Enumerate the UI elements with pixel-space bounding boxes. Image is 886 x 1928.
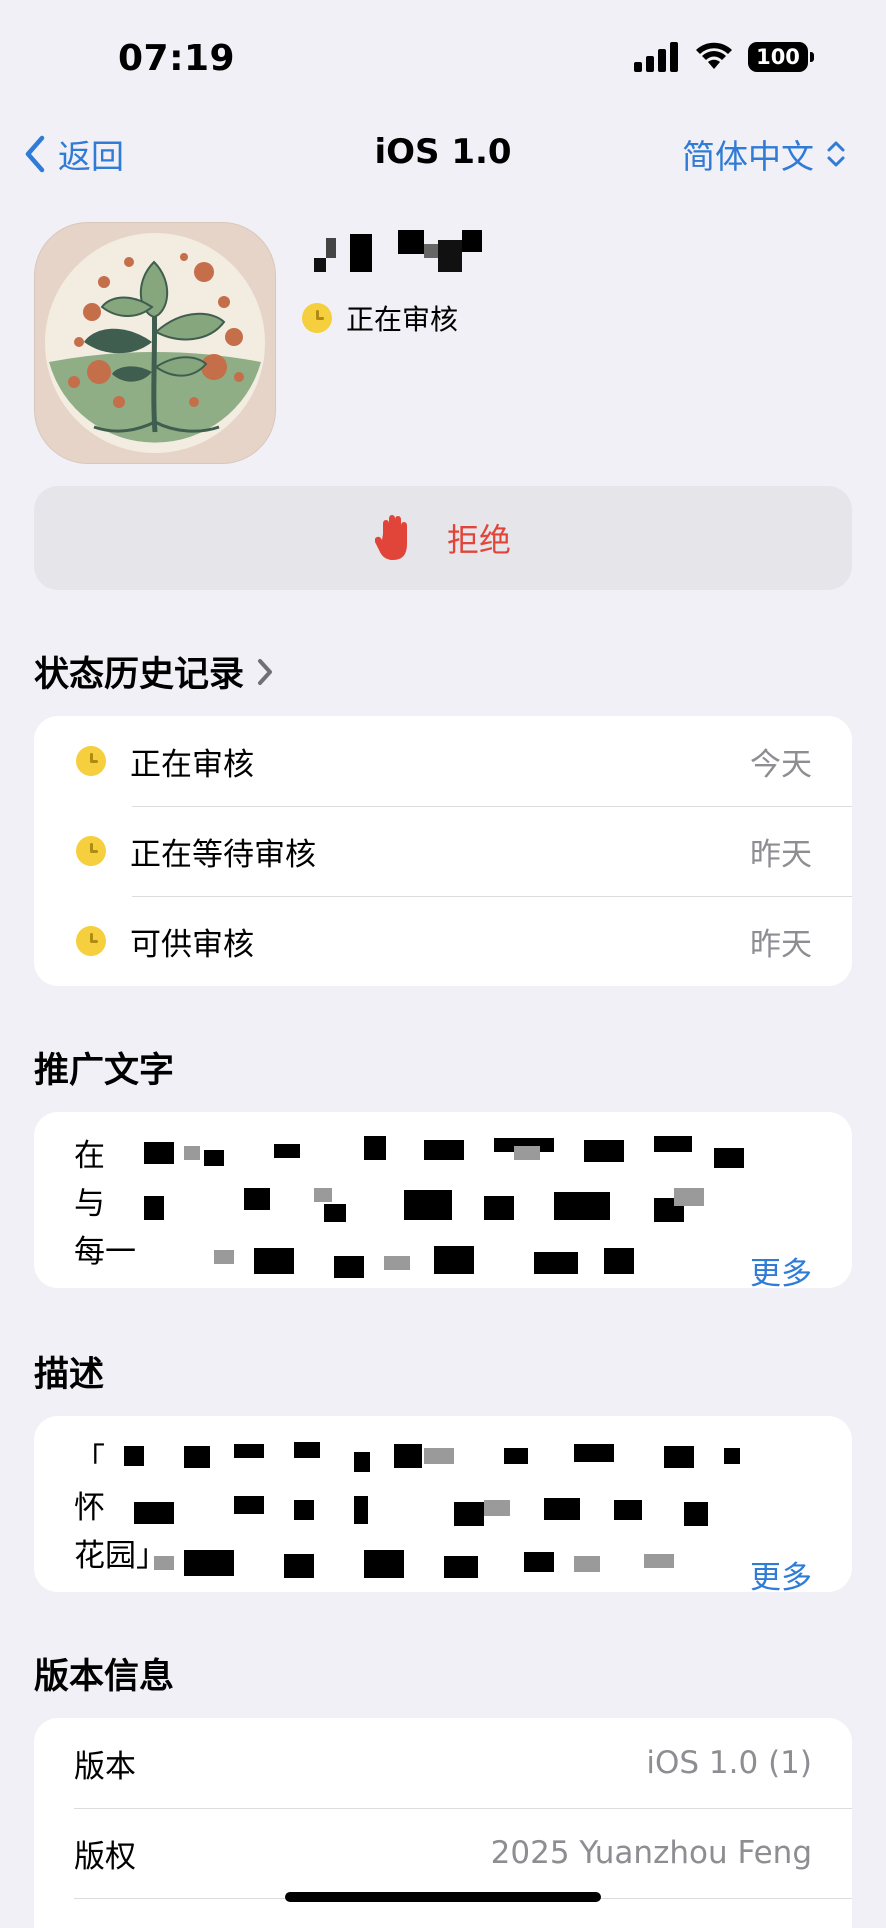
- info-label: 版权: [74, 1838, 136, 1875]
- info-row-version: 版本 iOS 1.0 (1): [34, 1718, 852, 1808]
- history-date: 昨天: [750, 926, 812, 963]
- language-label: 简体中文: [682, 137, 814, 176]
- status-time: 07:19: [118, 38, 236, 79]
- history-row: 可供审核 昨天: [34, 896, 852, 986]
- wifi-icon: [696, 42, 732, 69]
- history-date: 昨天: [750, 836, 812, 873]
- app-name-redacted: [314, 230, 482, 272]
- promo-card: 在 与 每一 更多: [34, 1112, 852, 1288]
- description-line: 「: [74, 1442, 105, 1478]
- history-row: 正在等待审核 昨天: [34, 806, 852, 896]
- home-indicator[interactable]: [285, 1892, 601, 1902]
- redacted-text: [124, 1442, 740, 1578]
- history-title: 状态历史记录: [34, 655, 245, 695]
- history-card: 正在审核 今天 正在等待审核 昨天 可供审核 昨天: [34, 716, 852, 986]
- description-line: 怀: [74, 1490, 105, 1526]
- signal-icon: [634, 42, 678, 72]
- redacted-text: [144, 1136, 744, 1278]
- status-icons: 100: [634, 42, 814, 72]
- description-header: 描述: [34, 1346, 104, 1397]
- history-status: 可供审核: [130, 926, 254, 963]
- history-date: 今天: [750, 746, 812, 783]
- history-row: 正在审核 今天: [34, 716, 852, 806]
- clock-dot-icon: [76, 926, 106, 956]
- promo-line: 每一: [74, 1234, 136, 1270]
- reject-label: 拒绝: [446, 521, 511, 559]
- clock-dot-icon: [302, 303, 332, 333]
- description-title: 描述: [34, 1355, 105, 1395]
- review-status-label: 正在审核: [346, 303, 459, 336]
- info-label: 版本: [74, 1748, 136, 1785]
- promo-line: 与: [74, 1186, 105, 1222]
- history-status: 正在审核: [130, 746, 254, 783]
- description-card: 「 怀 花园」 更多: [34, 1416, 852, 1592]
- chevron-right-icon: [258, 658, 273, 685]
- promo-line: 在: [74, 1138, 105, 1174]
- info-value: 2025 Yuanzhou Feng: [490, 1835, 812, 1871]
- review-status: 正在审核: [302, 298, 458, 338]
- promo-header: 推广文字: [34, 1042, 174, 1093]
- clock-dot-icon: [76, 746, 106, 776]
- history-header[interactable]: 状态历史记录: [34, 646, 274, 697]
- version-title: 版本信息: [34, 1657, 175, 1697]
- description-more-link[interactable]: 更多: [750, 1552, 812, 1592]
- battery-icon: 100: [748, 42, 814, 72]
- clock-dot-icon: [76, 836, 106, 866]
- reject-button[interactable]: 拒绝: [34, 486, 852, 590]
- version-header: 版本信息: [34, 1648, 174, 1699]
- promo-title: 推广文字: [34, 1051, 175, 1091]
- chevron-updown-icon: [827, 141, 845, 167]
- info-value: iOS 1.0 (1): [646, 1745, 812, 1781]
- app-icon: [34, 222, 276, 464]
- info-row-copyright: 版权 2025 Yuanzhou Feng: [34, 1808, 852, 1898]
- history-status: 正在等待审核: [130, 836, 316, 873]
- language-selector[interactable]: 简体中文: [682, 130, 846, 178]
- promo-more-link[interactable]: 更多: [750, 1248, 812, 1288]
- hand-stop-icon: [374, 515, 407, 560]
